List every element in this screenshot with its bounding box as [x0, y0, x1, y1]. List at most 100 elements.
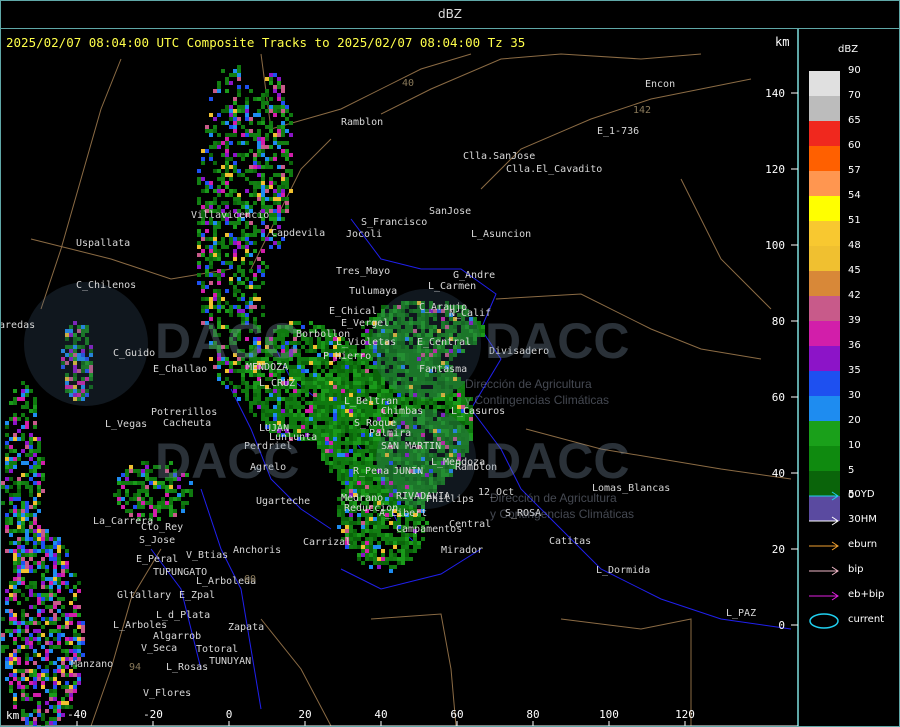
radar-echo-pixel	[345, 381, 349, 385]
radar-echo-pixel	[237, 277, 241, 281]
radar-echo-pixel	[289, 417, 293, 421]
radar-echo-pixel	[309, 385, 313, 389]
radar-echo-pixel	[217, 193, 221, 197]
radar-echo-pixel	[357, 481, 361, 485]
radar-echo-pixel	[349, 449, 353, 453]
radar-echo-pixel	[209, 157, 213, 161]
radar-echo-pixel	[373, 445, 377, 449]
radar-echo-pixel	[201, 177, 205, 181]
radar-echo-pixel	[273, 417, 277, 421]
radar-echo-pixel	[241, 245, 245, 249]
radar-echo-pixel	[321, 381, 325, 385]
radar-echo-pixel	[297, 373, 301, 377]
radar-echo-pixel	[317, 357, 321, 361]
radar-echo-pixel	[329, 381, 333, 385]
radar-echo-pixel	[233, 133, 237, 137]
radar-echo-pixel	[337, 429, 341, 433]
radar-map[interactable]: RamblonEnconE_1-736Clla.SanJoseClla.El_C…	[1, 29, 798, 726]
radar-echo-pixel	[361, 385, 365, 389]
radar-echo-pixel	[209, 185, 213, 189]
radar-echo-pixel	[277, 125, 281, 129]
radar-echo-pixel	[221, 181, 225, 185]
radar-echo-pixel	[281, 125, 285, 129]
radar-echo-pixel	[357, 461, 361, 465]
radar-echo-pixel	[317, 433, 321, 437]
radar-echo-pixel	[201, 221, 205, 225]
radar-echo-pixel	[381, 533, 385, 537]
radar-echo-pixel	[329, 429, 333, 433]
radar-echo-pixel	[321, 369, 325, 373]
radar-echo-pixel	[465, 421, 469, 425]
radar-echo-pixel	[277, 77, 281, 81]
radar-echo-pixel	[277, 209, 281, 213]
radar-echo-pixel	[237, 173, 241, 177]
radar-echo-pixel	[305, 425, 309, 429]
radar-echo-pixel	[313, 421, 317, 425]
radar-echo-pixel	[433, 401, 437, 405]
radar-echo-pixel	[253, 97, 257, 101]
radar-echo-pixel	[269, 397, 273, 401]
radar-echo-pixel	[225, 161, 229, 165]
radar-echo-pixel	[445, 409, 449, 413]
radar-echo-pixel	[213, 225, 217, 229]
radar-echo-pixel	[257, 165, 261, 169]
radar-echo-pixel	[309, 321, 313, 325]
radar-echo-pixel	[329, 437, 333, 441]
radar-echo-pixel	[285, 157, 289, 161]
radar-echo-pixel	[257, 197, 261, 201]
radar-echo-pixel	[309, 381, 313, 385]
radar-echo-pixel	[205, 221, 209, 225]
radar-echo-pixel	[221, 177, 225, 181]
radar-echo-pixel	[273, 397, 277, 401]
radar-echo-pixel	[333, 369, 337, 373]
radar-echo-pixel	[325, 393, 329, 397]
radar-echo-pixel	[357, 377, 361, 381]
radar-echo-pixel	[341, 473, 345, 477]
radar-echo-pixel	[337, 425, 341, 429]
radar-echo-pixel	[337, 405, 341, 409]
radar-echo-pixel	[365, 409, 369, 413]
radar-echo-pixel	[269, 97, 273, 101]
radar-echo-pixel	[213, 289, 217, 293]
radar-echo-pixel	[277, 409, 281, 413]
radar-echo-pixel	[345, 425, 349, 429]
radar-echo-pixel	[245, 85, 249, 89]
radar-echo-pixel	[313, 365, 317, 369]
radar-echo-pixel	[325, 373, 329, 377]
radar-echo-pixel	[301, 373, 305, 377]
radar-echo-pixel	[385, 493, 389, 497]
radar-echo-pixel	[369, 377, 373, 381]
radar-echo-pixel	[329, 421, 333, 425]
radar-echo-pixel	[353, 457, 357, 461]
radar-echo-pixel	[221, 109, 225, 113]
radar-echo-pixel	[245, 117, 249, 121]
radar-echo-pixel	[321, 425, 325, 429]
radar-echo-pixel	[257, 393, 261, 397]
radar-echo-pixel	[217, 169, 221, 173]
radar-echo-pixel	[409, 397, 413, 401]
radar-echo-pixel	[293, 417, 297, 421]
radar-echo-pixel	[257, 185, 261, 189]
radar-echo-pixel	[341, 409, 345, 413]
radar-echo-pixel	[201, 237, 205, 241]
radar-echo-pixel	[333, 425, 337, 429]
radar-echo-pixel	[337, 377, 341, 381]
radar-echo-pixel	[317, 445, 321, 449]
radar-echo-pixel	[321, 397, 325, 401]
radar-echo-pixel	[253, 229, 257, 233]
radar-echo-pixel	[309, 357, 313, 361]
radar-echo-pixel	[213, 189, 217, 193]
radar-echo-pixel	[285, 185, 289, 189]
radar-echo-pixel	[301, 365, 305, 369]
radar-echo-pixel	[337, 457, 341, 461]
radar-echo-pixel	[245, 169, 249, 173]
radar-echo-pixel	[345, 461, 349, 465]
radar-echo-pixel	[277, 81, 281, 85]
radar-echo-pixel	[333, 437, 337, 441]
radar-echo-pixel	[241, 201, 245, 205]
radar-echo-pixel	[261, 417, 265, 421]
radar-echo-pixel	[241, 273, 245, 277]
radar-echo-pixel	[257, 389, 261, 393]
radar-echo-pixel	[305, 357, 309, 361]
radar-echo-pixel	[369, 365, 373, 369]
